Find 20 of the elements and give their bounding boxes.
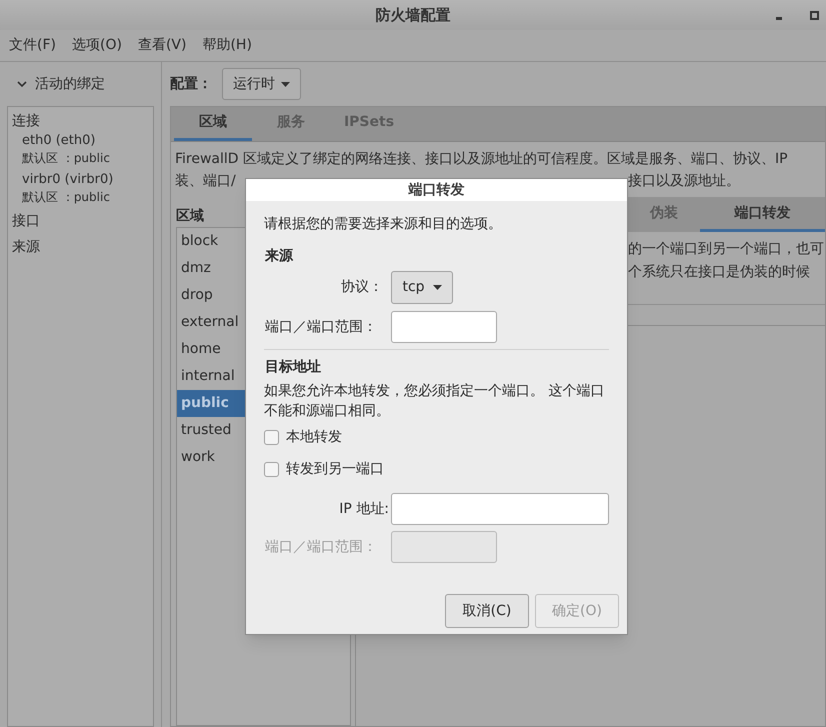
description-text: 接口以及源地址。 — [628, 172, 740, 191]
window-title: 防火墙配置 — [376, 4, 450, 26]
description-text: 个系统只在接口是伪装的时候 — [628, 263, 811, 282]
config-label: 配置： — [170, 74, 212, 94]
dialog-intro: 请根据您的需要选择来源和目的选项。 — [264, 215, 503, 234]
port-label: 端口／端口范围： — [265, 318, 378, 336]
default-zone: 默认区 ：public — [22, 150, 111, 167]
dialog-title: 端口转发 — [408, 180, 464, 200]
section-title: 活动的绑定 — [35, 74, 105, 94]
section-heading: 来源 — [265, 247, 294, 266]
zone-list-label: 区域 — [176, 207, 204, 226]
protocol-label: 协议： — [340, 278, 384, 297]
default-zone: 默认区 ：public — [22, 189, 111, 206]
port-label: 端口／端口范围： — [265, 538, 378, 556]
section-heading: 目标地址 — [265, 358, 322, 377]
ip-label: IP 地址: — [338, 500, 390, 518]
description-text: 的一个端口到另一个端口，也可 — [628, 240, 825, 259]
description-text: 装、端口/ — [175, 173, 236, 189]
description-text: FirewallD 区域定义了绑定的网络连接、接口以及源地址的可信程度。区域是服务、端口、协议、IP — [175, 150, 789, 169]
destination-note: 如果您允许本地转发，您必须指定一个端口。 这个端口不能和源端口相同。 — [264, 382, 606, 421]
